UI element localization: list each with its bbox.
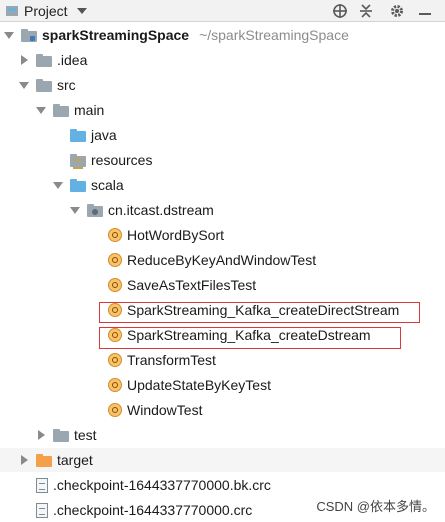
tree-row-scala-object[interactable]: SparkStreaming_Kafka_createDirectStream [0, 298, 445, 322]
scala-object-icon [108, 253, 122, 267]
project-view-selector[interactable]: Project [0, 0, 87, 21]
chevron-down-icon[interactable] [18, 79, 30, 91]
tree-label: cn.itcast.dstream [108, 202, 214, 218]
collapse-all-icon[interactable] [357, 2, 375, 20]
tree-row-project-root[interactable]: sparkStreamingSpace ~/sparkStreamingSpac… [0, 23, 445, 47]
tree-row-java[interactable]: java [0, 123, 445, 147]
tree-row-test[interactable]: test [0, 423, 445, 447]
project-icon [5, 4, 19, 18]
tree-row-scala-object[interactable]: WindowTest [0, 398, 445, 422]
tree-label: HotWordBySort [127, 227, 224, 243]
tree-label: SparkStreaming_Kafka_createDstream [127, 327, 371, 343]
tree-row-scala-object[interactable]: SparkStreaming_Kafka_createDstream [0, 323, 445, 347]
chevron-down-icon[interactable] [52, 179, 64, 191]
tree-label: TransformTest [127, 352, 216, 368]
tree-row-scala[interactable]: scala [0, 173, 445, 197]
scala-object-icon [108, 403, 122, 417]
resources-folder-icon [70, 152, 86, 169]
tree-row-scala-object[interactable]: ReduceByKeyAndWindowTest [0, 248, 445, 272]
tree-row-scala-object[interactable]: SaveAsTextFilesTest [0, 273, 445, 297]
folder-icon [53, 427, 69, 443]
source-folder-icon [70, 127, 86, 143]
scala-object-icon [108, 378, 122, 392]
tree-label: SparkStreaming_Kafka_createDirectStream [127, 302, 400, 318]
tree-label: java [91, 127, 117, 143]
chevron-right-icon[interactable] [35, 429, 47, 441]
locate-icon[interactable] [331, 2, 349, 20]
chevron-down-icon[interactable] [69, 204, 81, 216]
chevron-right-icon[interactable] [18, 454, 30, 466]
tree-label: ReduceByKeyAndWindowTest [127, 252, 317, 268]
chevron-down-icon[interactable] [76, 7, 87, 14]
tree-label: sparkStreamingSpace [42, 27, 190, 43]
chevron-down-icon[interactable] [3, 29, 15, 41]
tree-label: resources [91, 152, 153, 168]
tree-label: .checkpoint-1644337770000.crc [53, 502, 253, 518]
tree-row-scala-object[interactable]: HotWordBySort [0, 223, 445, 247]
tree-label: WindowTest [127, 402, 203, 418]
tree-row-src[interactable]: src [0, 73, 445, 97]
tree-row-resources[interactable]: resources [0, 148, 445, 172]
tree-label: .checkpoint-1644337770000.bk.crc [53, 477, 271, 493]
tree-label: target [57, 452, 93, 468]
scala-object-icon [108, 303, 122, 317]
folder-icon [53, 102, 69, 118]
file-icon [36, 477, 48, 493]
tree-label: scala [91, 177, 124, 193]
file-icon [36, 502, 48, 518]
scala-object-icon [108, 328, 122, 342]
tree-row-file[interactable]: .checkpoint-1644337770000.bk.crc [0, 473, 445, 497]
chevron-right-icon[interactable] [18, 54, 30, 66]
package-icon [87, 202, 103, 218]
project-panel-header: Project [0, 0, 445, 22]
project-path: ~/sparkStreamingSpace [199, 27, 349, 43]
tree-label: src [57, 77, 76, 93]
tree-label: .idea [57, 52, 88, 68]
tree-label: test [74, 427, 97, 443]
tree-row-scala-object[interactable]: UpdateStateByKeyTest [0, 373, 445, 397]
tree-label: main [74, 102, 105, 118]
folder-icon [36, 77, 52, 93]
tree-row-package[interactable]: cn.itcast.dstream [0, 198, 445, 222]
panel-title: Project [24, 2, 68, 19]
module-folder-icon [21, 27, 37, 43]
gear-icon[interactable] [388, 2, 406, 20]
tree-label: SaveAsTextFilesTest [127, 277, 257, 293]
excluded-folder-icon [36, 452, 52, 468]
hide-panel-icon[interactable] [416, 2, 434, 20]
source-folder-icon [70, 177, 86, 193]
scala-object-icon [108, 278, 122, 292]
chevron-down-icon[interactable] [35, 104, 47, 116]
tree-row-main[interactable]: main [0, 98, 445, 122]
scala-object-icon [108, 228, 122, 242]
tree-row-target[interactable]: target [0, 448, 445, 472]
folder-icon [36, 52, 52, 68]
tree-label: UpdateStateByKeyTest [127, 377, 271, 393]
scala-object-icon [108, 353, 122, 367]
watermark: CSDN @依本多情。 [316, 499, 435, 514]
tree-row-scala-object[interactable]: TransformTest [0, 348, 445, 372]
tree-row-idea[interactable]: .idea [0, 48, 445, 72]
